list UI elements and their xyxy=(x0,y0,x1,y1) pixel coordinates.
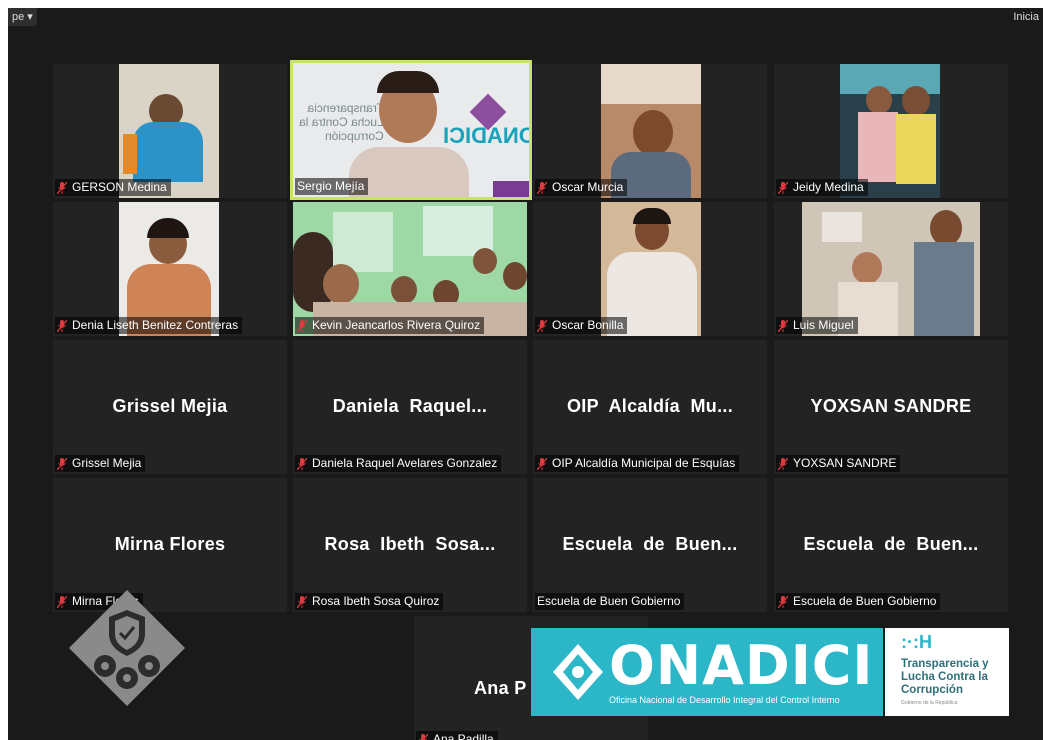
participant-video: Transparencia Lucha Contra la Corrupción… xyxy=(293,63,529,197)
tlc-mark: :·:H xyxy=(901,632,932,652)
shield-gears-logo xyxy=(69,590,185,706)
participant-tile[interactable]: Escuela de Buen... Escuela de Buen Gobie… xyxy=(774,478,1008,612)
participant-video xyxy=(119,64,219,198)
start-video-button[interactable]: Inicia xyxy=(1009,8,1043,26)
mic-muted-icon xyxy=(297,319,307,332)
participant-display-name: Rosa Ibeth Sosa... xyxy=(324,534,496,554)
participant-tile[interactable]: YOXSAN SANDRE YOXSAN SANDRE xyxy=(774,340,1008,474)
participant-name: Escuela de Buen Gobierno xyxy=(793,594,937,608)
mic-muted-icon xyxy=(537,181,547,194)
mic-muted-icon xyxy=(57,181,67,194)
participant-name-label: OIP Alcaldía Municipal de Esquías xyxy=(535,455,740,472)
participant-name-label: Denia Liseth Benitez Contreras xyxy=(55,317,243,334)
participant-display-name: Escuela de Buen... xyxy=(562,534,738,554)
participant-name: OIP Alcaldía Municipal de Esquías xyxy=(552,456,736,470)
participant-video xyxy=(802,202,980,336)
participant-tile[interactable]: Oscar Bonilla xyxy=(533,202,767,336)
participant-tile[interactable]: Escuela de Buen... Escuela de Buen Gobie… xyxy=(533,478,767,612)
participant-video xyxy=(601,202,701,336)
mic-muted-icon xyxy=(778,457,788,470)
participant-video xyxy=(119,202,219,336)
participant-display-name: Mirna Flores xyxy=(114,534,226,554)
participant-display-name: OIP Alcaldía Mu... xyxy=(566,396,734,416)
participant-name-label: GERSON Medina xyxy=(55,179,171,196)
participant-name: Daniela Raquel Avelares Gonzalez xyxy=(312,456,498,470)
participant-name: Luis Miguel xyxy=(793,318,854,332)
participant-name-label: Kevin Jeancarlos Rivera Quiroz xyxy=(295,317,485,334)
participant-name-label: Jeidy Medina xyxy=(776,179,868,196)
mic-muted-icon xyxy=(419,733,428,740)
participant-name-label: Sergio Mejía xyxy=(295,178,369,195)
participant-name: Rosa Ibeth Sosa Quiroz xyxy=(312,594,440,608)
participant-tile[interactable]: Daniela Raquel... Daniela Raquel Avelare… xyxy=(293,340,527,474)
participant-tile[interactable]: GERSON Medina xyxy=(53,64,287,198)
transparency-logo-box: :·:H Transparencia y Lucha Contra la Cor… xyxy=(885,628,1009,716)
participant-display-name: YOXSAN SANDRE xyxy=(810,396,972,416)
participant-name: Jeidy Medina xyxy=(793,180,864,194)
view-menu-button[interactable]: pe ▾ xyxy=(8,8,37,26)
participant-display-name: Escuela de Buen... xyxy=(803,534,979,554)
participant-name: Escuela de Buen Gobierno xyxy=(537,594,681,608)
participant-tile[interactable]: Oscar Murcia xyxy=(533,64,767,198)
participant-name-label: Grissel Mejia xyxy=(55,455,146,472)
participant-tile[interactable]: Kevin Jeancarlos Rivera Quiroz xyxy=(293,202,527,336)
participant-tile[interactable]: Jeidy Medina xyxy=(774,64,1008,198)
participant-name-label: Escuela de Buen Gobierno xyxy=(535,593,685,610)
participant-tile[interactable]: OIP Alcaldía Mu... OIP Alcaldía Municipa… xyxy=(533,340,767,474)
onadici-banner: ONADICI Oficina Nacional de Desarrollo I… xyxy=(531,628,883,716)
mic-muted-icon xyxy=(57,457,67,470)
participant-name: Kevin Jeancarlos Rivera Quiroz xyxy=(312,318,481,332)
participant-name: GERSON Medina xyxy=(72,180,167,194)
participant-name: Oscar Murcia xyxy=(552,180,624,194)
participant-display-name: Daniela Raquel... xyxy=(332,396,488,416)
participant-name: Ana Padilla xyxy=(433,732,494,740)
mic-muted-icon xyxy=(57,319,67,332)
participant-name-label: Rosa Ibeth Sosa Quiroz xyxy=(295,593,444,610)
participant-display-name: Grissel Mejia xyxy=(112,396,228,416)
participant-tile[interactable]: Rosa Ibeth Sosa... Rosa Ibeth Sosa Quiro… xyxy=(293,478,527,612)
mic-muted-icon xyxy=(297,595,307,608)
participant-video xyxy=(840,64,940,198)
mic-muted-icon xyxy=(537,457,547,470)
participant-name-label: Escuela de Buen Gobierno xyxy=(776,593,941,610)
participant-name-label: Ana Padilla xyxy=(416,731,498,740)
onadici-title: ONADICI xyxy=(609,634,874,697)
participant-tile[interactable]: Grissel Mejia Grissel Mejia xyxy=(53,340,287,474)
meeting-gallery-view: pe ▾ Inicia GERSON Medina Transparencia … xyxy=(8,8,1043,740)
mic-muted-icon xyxy=(297,457,307,470)
participant-name-label: YOXSAN SANDRE xyxy=(776,455,901,472)
participant-name: Oscar Bonilla xyxy=(552,318,624,332)
onadici-emblem-icon xyxy=(553,644,603,700)
participant-name: Sergio Mejía xyxy=(297,179,365,193)
participant-name-label: Daniela Raquel Avelares Gonzalez xyxy=(295,455,502,472)
mic-muted-icon xyxy=(537,319,547,332)
participant-name-label: Oscar Murcia xyxy=(535,179,628,196)
participant-tile[interactable]: Denia Liseth Benitez Contreras xyxy=(53,202,287,336)
participant-tile-active-speaker[interactable]: Transparencia Lucha Contra la Corrupción… xyxy=(290,60,532,200)
onadici-subtitle: Oficina Nacional de Desarrollo Integral … xyxy=(609,695,840,705)
participant-name: Grissel Mejia xyxy=(72,456,142,470)
participant-name-label: Oscar Bonilla xyxy=(535,317,628,334)
participant-video xyxy=(293,202,527,336)
participant-name: YOXSAN SANDRE xyxy=(793,456,897,470)
participant-tile[interactable]: Luis Miguel xyxy=(774,202,1008,336)
mic-muted-icon xyxy=(778,319,788,332)
participant-name: Denia Liseth Benitez Contreras xyxy=(72,318,239,332)
tlc-small-text: Gobierno de la República xyxy=(901,700,958,706)
background-sign: Transparencia Lucha Contra la Corrupción xyxy=(299,101,384,143)
mic-muted-icon xyxy=(778,181,788,194)
participant-name-label: Luis Miguel xyxy=(776,317,858,334)
mic-muted-icon xyxy=(778,595,788,608)
participant-video xyxy=(601,64,701,198)
tlc-text: Transparencia y Lucha Contra la Corrupci… xyxy=(901,658,989,696)
mic-muted-icon xyxy=(57,595,67,608)
